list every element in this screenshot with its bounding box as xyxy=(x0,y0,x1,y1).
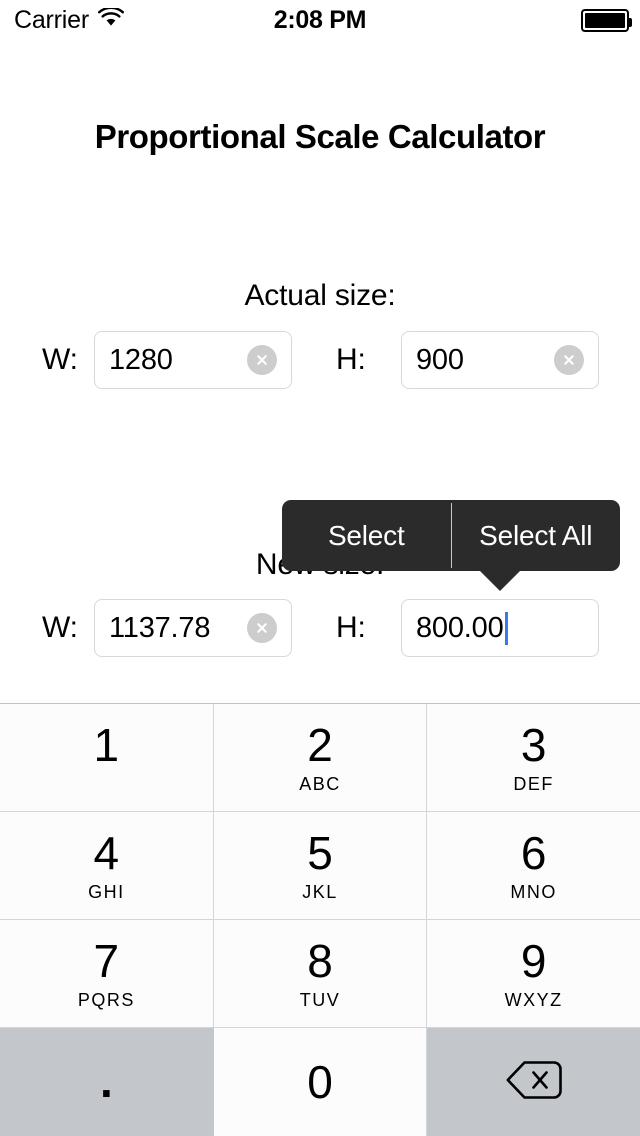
new-width-value: 1137.78 xyxy=(109,611,211,644)
backspace-delete-icon xyxy=(504,1059,564,1106)
clear-icon[interactable] xyxy=(554,345,584,375)
status-bar-right xyxy=(581,8,632,32)
key-4[interactable]: 4 GHI xyxy=(0,812,214,920)
key-digit: 0 xyxy=(307,1056,333,1108)
key-digit: 9 xyxy=(520,934,547,987)
key-decimal-point[interactable]: . xyxy=(0,1028,214,1136)
new-width-input[interactable]: 1137.78 xyxy=(94,599,292,657)
keypad-row-1: 1 2 ABC 3 DEF xyxy=(0,704,640,812)
numeric-keypad: 1 2 ABC 3 DEF 4 GHI 5 JKL 6 MNO 7 PQRS 8… xyxy=(0,703,640,1136)
key-digit: 8 xyxy=(307,934,333,987)
text-selection-menu: Select Select All xyxy=(282,500,620,571)
key-7[interactable]: 7 PQRS xyxy=(0,920,214,1028)
key-digit: 1 xyxy=(93,718,120,771)
key-0[interactable]: 0 xyxy=(213,1028,428,1136)
key-letters: ABC xyxy=(299,773,341,794)
actual-width-value: 1280 xyxy=(109,343,173,376)
actual-width-input[interactable]: 1280 xyxy=(94,331,292,389)
new-width-label: W: xyxy=(42,611,78,644)
clear-icon[interactable] xyxy=(247,613,277,643)
key-backspace[interactable] xyxy=(427,1028,640,1136)
key-9[interactable]: 9 WXYZ xyxy=(427,920,640,1028)
key-letters: JKL xyxy=(302,881,338,902)
key-letters: PQRS xyxy=(77,989,135,1010)
key-1[interactable]: 1 xyxy=(0,704,214,812)
keypad-row-4: . 0 xyxy=(0,1028,640,1136)
key-digit: 6 xyxy=(520,826,547,879)
key-letters: GHI xyxy=(88,881,125,902)
clear-icon[interactable] xyxy=(247,345,277,375)
select-all-button[interactable]: Select All xyxy=(452,500,621,571)
actual-height-label: H: xyxy=(336,343,366,376)
key-6[interactable]: 6 MNO xyxy=(427,812,640,920)
menu-pointer-arrow xyxy=(478,569,522,591)
new-height-value: 800.00 xyxy=(416,611,504,644)
key-digit: 4 xyxy=(93,826,120,879)
actual-width-label: W: xyxy=(42,343,78,376)
text-cursor xyxy=(504,611,508,645)
actual-size-label: Actual size: xyxy=(244,279,396,312)
key-digit: 2 xyxy=(307,718,333,771)
key-digit: 5 xyxy=(307,826,333,879)
key-digit: 3 xyxy=(520,718,547,771)
key-2[interactable]: 2 ABC xyxy=(213,704,428,812)
new-height-label: H: xyxy=(336,611,366,644)
status-bar-time: 2:08 PM xyxy=(273,5,367,34)
battery-icon xyxy=(581,8,632,32)
actual-height-value: 900 xyxy=(416,343,464,376)
menu-divider xyxy=(450,503,452,568)
new-size-row: W: 1137.78 H: 800.00 xyxy=(0,599,640,657)
keypad-row-3: 7 PQRS 8 TUV 9 WXYZ xyxy=(0,920,640,1028)
key-5[interactable]: 5 JKL xyxy=(213,812,428,920)
keypad-row-2: 4 GHI 5 JKL 6 MNO xyxy=(0,812,640,920)
app-screen: Carrier 2:08 PM Proportional Scale Calcu… xyxy=(0,0,640,1136)
key-letters: WXYZ xyxy=(504,989,563,1010)
key-letters: DEF xyxy=(513,773,554,794)
actual-height-input[interactable]: 900 xyxy=(401,331,599,389)
actual-size-row: W: 1280 H: 900 xyxy=(0,331,640,389)
select-button[interactable]: Select xyxy=(282,500,451,571)
key-digit: 7 xyxy=(93,934,120,987)
new-height-input[interactable]: 800.00 xyxy=(401,599,599,657)
page-title: Proportional Scale Calculator xyxy=(94,118,546,155)
key-digit: . xyxy=(99,1055,113,1108)
key-3[interactable]: 3 DEF xyxy=(427,704,640,812)
status-bar: Carrier 2:08 PM xyxy=(0,0,640,40)
key-letters: TUV xyxy=(299,989,341,1010)
key-8[interactable]: 8 TUV xyxy=(213,920,428,1028)
key-letters: MNO xyxy=(510,881,557,902)
